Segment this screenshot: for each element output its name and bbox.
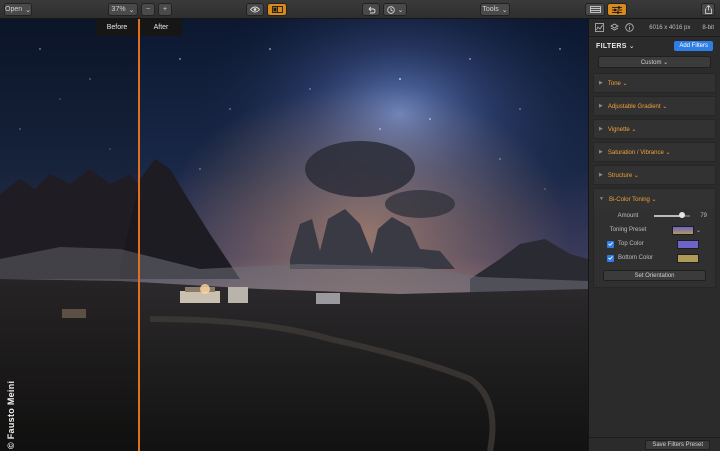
filter-vignette[interactable]: ▶ Vignette ⌄ [593,119,716,139]
amount-slider-fill [654,215,683,217]
image-dimensions: 6016 x 4016 px [649,24,691,31]
layout-toggle-button[interactable] [585,3,605,16]
top-toolbar: Open ⌄ 37% ⌄ − + ⌄ Tools ⌄ [0,0,720,19]
photo-credit: © Fausto Meini [6,380,16,449]
expand-triangle-icon: ▶ [599,80,603,86]
bit-depth: 8-bit [702,24,714,31]
tools-label: Tools [482,6,499,13]
top-color-swatch[interactable] [677,239,699,249]
filters-header: FILTERS ⌄ Add Filters [589,37,720,55]
expand-triangle-icon: ▶ [599,172,603,178]
compare-split-button[interactable] [267,3,287,16]
filter-label: Tone ⌄ [607,80,628,87]
filter-structure[interactable]: ▶ Structure ⌄ [593,165,716,185]
filter-bicolor-toning: ▼ Bi-Color Toning ⌄ Amount 79 Toning Pre… [593,188,716,288]
image-canvas[interactable]: Before After © Fausto Meini [0,19,588,451]
filters-toggle-button[interactable] [607,3,627,16]
before-after-divider[interactable] [138,19,140,451]
top-color-checkbox[interactable] [607,240,614,248]
toning-preset-swatch[interactable] [671,225,694,235]
amount-value: 79 [700,213,707,219]
top-color-control: Top Color [594,237,715,251]
filter-adjustable-gradient[interactable]: ▶ Adjustable Gradient ⌄ [593,96,716,116]
filter-tone[interactable]: ▶ Tone ⌄ [593,73,716,93]
filter-label: Saturation / Vibrance ⌄ [607,149,671,156]
set-orientation-button[interactable]: Set Orientation [603,270,706,281]
history-icon [386,5,395,14]
zoom-dropdown[interactable]: 37% ⌄ [108,3,138,16]
filter-label: Structure ⌄ [607,172,639,179]
panel-footer: Save Filters Preset [589,437,720,451]
after-label: After [140,19,182,36]
chevron-down-icon: ⌄ [501,6,508,14]
bottom-color-label: Bottom Color [618,255,654,261]
open-label: Open [5,6,23,13]
top-color-label: Top Color [618,241,644,247]
split-view-icon [271,6,283,13]
collapse-triangle-icon: ▼ [599,196,604,202]
minus-icon: − [145,6,151,13]
info-icon[interactable] [625,23,634,32]
filters-preset-dropdown[interactable]: Custom ⌄ [598,56,711,68]
filters-panel: 6016 x 4016 px 8-bit FILTERS ⌄ Add Filter… [588,19,720,451]
expand-triangle-icon: ▶ [599,103,603,109]
save-filters-preset-button[interactable]: Save Filters Preset [645,440,710,450]
layers-icon[interactable] [610,23,619,32]
filter-label: Bi-Color Toning ⌄ [608,196,657,203]
bottom-color-control: Bottom Color [594,251,715,265]
filter-saturation-vibrance[interactable]: ▶ Saturation / Vibrance ⌄ [593,142,716,162]
filters-title-text: FILTERS [596,43,627,50]
toning-preset-control: Toning Preset ⌄ [594,223,715,237]
undo-button[interactable] [362,3,380,16]
filter-label: Adjustable Gradient ⌄ [607,103,668,110]
histogram-icon[interactable] [595,23,604,32]
chevron-down-icon[interactable]: ⌄ [696,227,701,234]
open-button[interactable]: Open ⌄ [4,3,32,16]
share-icon [704,5,712,14]
panel-header: 6016 x 4016 px 8-bit [589,19,720,37]
filter-bicolor-header[interactable]: ▼ Bi-Color Toning ⌄ [594,189,715,209]
add-filters-button[interactable]: Add Filters [674,41,713,51]
chevron-down-icon: ⌄ [628,43,635,50]
filter-label: Vignette ⌄ [607,126,637,133]
expand-triangle-icon: ▶ [599,126,603,132]
zoom-out-button[interactable]: − [141,3,155,16]
undo-icon [367,6,376,14]
amount-slider-handle[interactable] [679,212,686,218]
bottom-color-swatch[interactable] [677,253,699,263]
amount-slider[interactable] [654,212,690,218]
chevron-down-icon: ⌄ [397,6,404,14]
before-overlay [0,19,139,451]
sliders-icon [612,5,622,14]
plus-icon: + [162,6,168,13]
preview-toggle-button[interactable] [246,3,264,16]
bottom-color-checkbox[interactable] [607,254,614,262]
panels-icon [589,6,601,13]
toning-preset-label: Toning Preset [609,227,647,233]
expand-triangle-icon: ▶ [599,149,603,155]
eye-icon [250,6,260,13]
chevron-down-icon: ⌄ [25,6,31,14]
before-label: Before [96,19,138,36]
history-button[interactable]: ⌄ [383,3,407,16]
share-button[interactable] [701,3,715,16]
amount-control: Amount 79 [594,209,715,223]
zoom-value: 37% [111,6,126,13]
amount-label: Amount [617,213,639,219]
zoom-in-button[interactable]: + [158,3,172,16]
tools-dropdown[interactable]: Tools ⌄ [480,3,510,16]
filters-title[interactable]: FILTERS ⌄ [596,42,635,50]
chevron-down-icon: ⌄ [128,6,135,14]
